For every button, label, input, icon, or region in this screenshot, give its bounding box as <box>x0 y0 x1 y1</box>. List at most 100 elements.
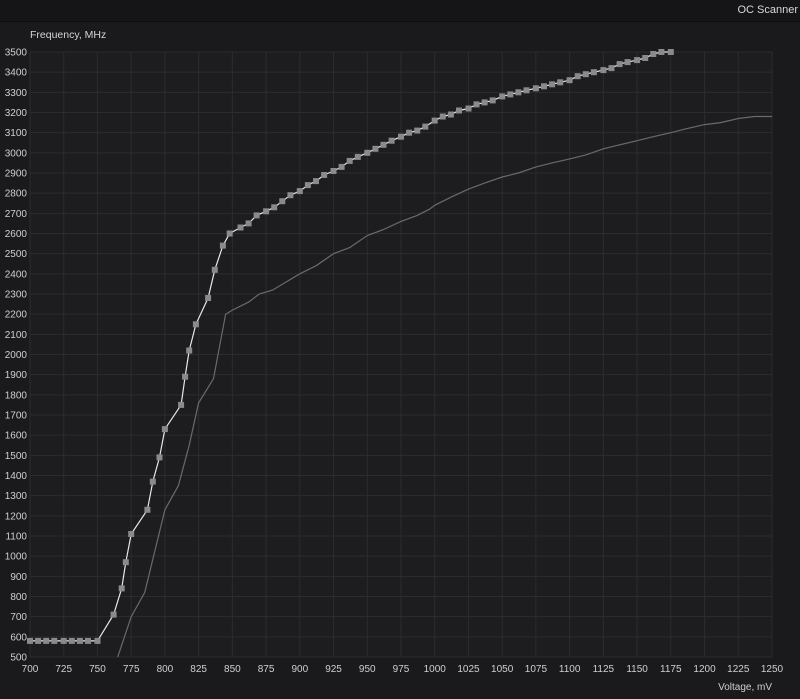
chart-container: 500 600 700 800 900 1000 1100 1200 1300 1400 1500 1… <box>0 22 800 694</box>
vf-point-marker[interactable] <box>144 506 151 513</box>
vf-point-marker[interactable] <box>122 559 129 566</box>
y-tick-label: 3300 <box>5 88 28 99</box>
vf-point-marker[interactable] <box>398 133 404 140</box>
vf-point-marker[interactable] <box>178 401 185 408</box>
vf-point-marker[interactable] <box>226 230 233 237</box>
vf-point-marker[interactable] <box>94 637 101 644</box>
vf-point-marker[interactable] <box>642 55 649 61</box>
vf-point-marker[interactable] <box>128 531 135 537</box>
vf-point-marker[interactable] <box>35 637 42 644</box>
vf-point-marker[interactable] <box>590 69 597 76</box>
vf-point-marker[interactable] <box>118 585 125 592</box>
vf-point-marker[interactable] <box>600 67 607 74</box>
vf-point-marker[interactable] <box>549 81 556 88</box>
y-tick-label: 2300 <box>5 290 28 301</box>
vf-point-marker[interactable] <box>582 71 589 78</box>
vf-point-marker[interactable] <box>422 123 429 130</box>
vf-point-marker[interactable] <box>156 454 163 461</box>
vf-point-marker[interactable] <box>406 129 413 136</box>
vf-point-marker[interactable] <box>566 77 573 84</box>
vf-point-marker[interactable] <box>211 266 218 273</box>
vf-point-marker[interactable] <box>237 224 244 231</box>
vf-point-marker[interactable] <box>557 79 564 86</box>
vf-point-marker[interactable] <box>523 87 530 94</box>
vf-point-marker[interactable] <box>372 145 379 152</box>
vf-point-marker[interactable] <box>161 426 168 433</box>
vf-point-marker[interactable] <box>338 163 345 170</box>
vf-point-marker[interactable] <box>481 99 488 106</box>
y-tick-label: 2200 <box>5 310 28 321</box>
vf-point-marker[interactable] <box>313 178 319 185</box>
vf-point-marker[interactable] <box>574 73 581 80</box>
x-tick-label: 800 <box>157 664 174 675</box>
vf-point-marker[interactable] <box>304 182 311 189</box>
vf-point-marker[interactable] <box>149 478 156 485</box>
vf-point-marker[interactable] <box>515 89 522 96</box>
vf-curve-chart[interactable]: 500 600 700 800 900 1000 1100 1200 1300 1400 1500 1… <box>0 22 800 694</box>
y-tick-label: 2800 <box>5 189 28 200</box>
vf-point-marker[interactable] <box>253 212 260 219</box>
y-tick-label: 2000 <box>5 350 28 361</box>
vf-point-marker[interactable] <box>182 373 189 380</box>
vf-point-marker[interactable] <box>380 141 387 148</box>
vf-point-marker[interactable] <box>51 637 58 644</box>
vf-point-marker[interactable] <box>608 65 615 72</box>
vf-point-marker[interactable] <box>192 321 199 328</box>
vf-point-marker[interactable] <box>456 107 462 114</box>
vf-point-marker[interactable] <box>68 637 75 644</box>
vf-point-marker[interactable] <box>60 637 67 644</box>
x-tick-label: 775 <box>123 664 140 675</box>
vf-point-marker[interactable] <box>279 198 286 205</box>
vf-point-marker[interactable] <box>532 85 539 92</box>
vf-point-marker[interactable] <box>263 208 270 215</box>
vf-point-marker[interactable] <box>489 97 496 104</box>
x-tick-label: 900 <box>291 664 308 675</box>
vf-point-marker[interactable] <box>219 242 226 249</box>
vf-point-marker[interactable] <box>499 93 506 100</box>
vf-point-marker[interactable] <box>76 637 83 644</box>
x-tick-label: 850 <box>224 664 241 675</box>
vf-point-marker[interactable] <box>43 637 50 644</box>
vf-point-marker[interactable] <box>85 637 91 644</box>
x-tick-label: 1125 <box>593 664 615 675</box>
vf-point-marker[interactable] <box>388 137 395 144</box>
x-tick-label: 1225 <box>727 664 750 675</box>
vf-point-marker[interactable] <box>186 347 193 354</box>
x-tick-label: 1075 <box>525 664 548 675</box>
vf-point-marker[interactable] <box>439 113 446 120</box>
x-tick-label: 1000 <box>424 664 447 675</box>
vf-point-marker[interactable] <box>667 49 674 55</box>
y-tick-label: 2400 <box>5 269 28 280</box>
vf-point-marker[interactable] <box>205 295 212 301</box>
vf-point-marker[interactable] <box>27 637 33 644</box>
vf-point-marker[interactable] <box>354 153 361 160</box>
vf-point-marker[interactable] <box>321 172 328 178</box>
y-tick-label: 1100 <box>5 532 27 543</box>
vf-point-marker[interactable] <box>271 204 278 211</box>
y-tick-label: 1700 <box>5 411 28 422</box>
vf-point-marker[interactable] <box>447 111 454 118</box>
vf-point-marker[interactable] <box>650 51 657 57</box>
vf-point-marker[interactable] <box>473 101 480 108</box>
x-tick-label: 725 <box>55 664 72 675</box>
vf-point-marker[interactable] <box>414 127 421 134</box>
x-tick-label: 1250 <box>761 664 784 675</box>
vf-point-marker[interactable] <box>634 57 641 64</box>
vf-point-marker[interactable] <box>431 117 438 124</box>
vf-point-marker[interactable] <box>541 83 547 90</box>
vf-point-marker[interactable] <box>658 49 665 55</box>
vf-point-marker[interactable] <box>330 168 337 174</box>
y-tick-label: 3000 <box>5 148 28 159</box>
vf-point-marker[interactable] <box>507 91 514 98</box>
y-tick-label: 3100 <box>5 128 28 139</box>
vf-point-marker[interactable] <box>346 157 353 164</box>
vf-point-marker[interactable] <box>465 105 472 112</box>
vf-point-marker[interactable] <box>245 220 252 227</box>
y-tick-label: 1900 <box>5 370 28 381</box>
vf-point-marker[interactable] <box>364 149 371 156</box>
vf-point-marker[interactable] <box>616 61 623 68</box>
vf-point-marker[interactable] <box>296 188 303 195</box>
vf-point-marker[interactable] <box>287 192 294 199</box>
vf-point-marker[interactable] <box>624 59 631 66</box>
vf-point-marker[interactable] <box>110 611 117 618</box>
